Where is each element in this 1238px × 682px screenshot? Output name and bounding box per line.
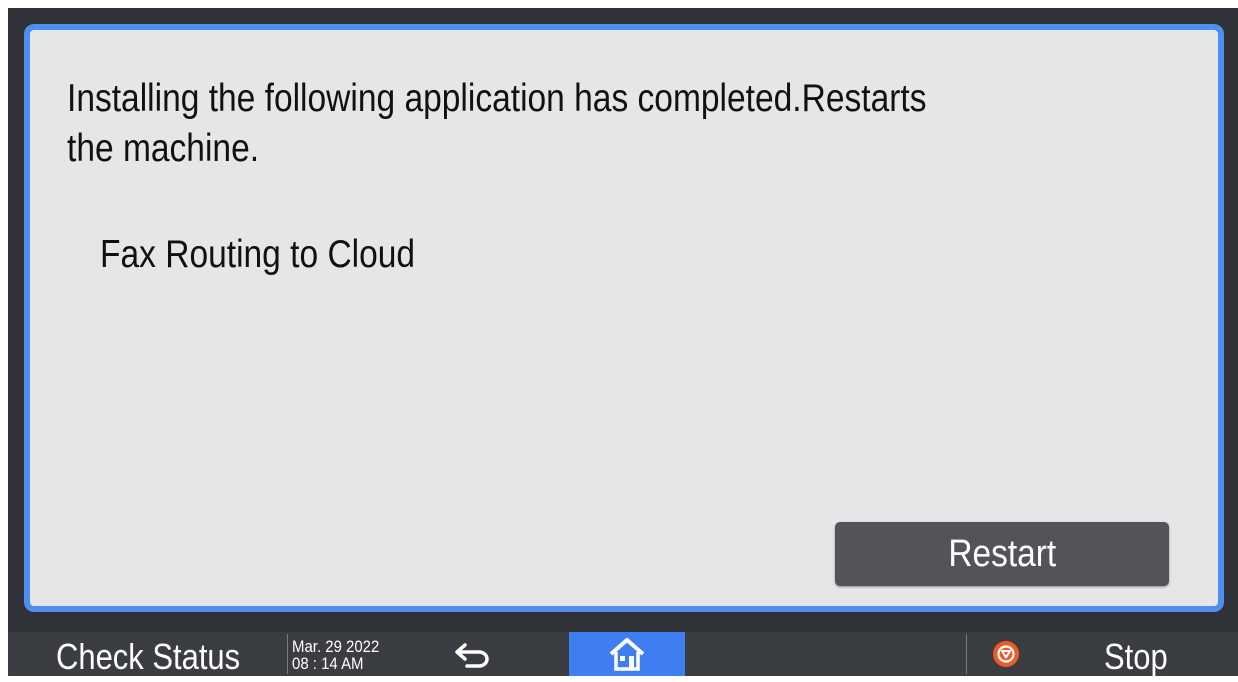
date-time-display: Mar. 29 2022 08 : 14 AM [292, 638, 379, 672]
home-icon [609, 638, 645, 671]
stop-icon [993, 641, 1019, 667]
divider [287, 634, 288, 674]
bottom-taskbar: Check Status Mar. 29 2022 08 : 14 AM Sto… [8, 632, 1238, 677]
stop-label: Stop [1104, 636, 1168, 677]
divider [966, 634, 967, 674]
home-button[interactable] [569, 632, 685, 676]
check-status-button[interactable]: Check Status [56, 632, 240, 682]
back-arrow-icon [455, 643, 489, 668]
date-text: Mar. 29 2022 [292, 637, 380, 656]
restart-button-label: Restart [948, 533, 1056, 575]
touch-panel-screen: Installing the following application has… [8, 8, 1238, 677]
stop-button[interactable]: Stop [968, 632, 1238, 677]
dialog-message: Installing the following application has… [67, 77, 927, 170]
install-complete-dialog: Installing the following application has… [24, 24, 1224, 612]
application-name: Fax Routing to Cloud [100, 233, 416, 276]
back-button[interactable] [438, 632, 508, 676]
time-text: 08 : 14 AM [292, 654, 364, 673]
restart-button[interactable]: Restart [835, 522, 1169, 586]
